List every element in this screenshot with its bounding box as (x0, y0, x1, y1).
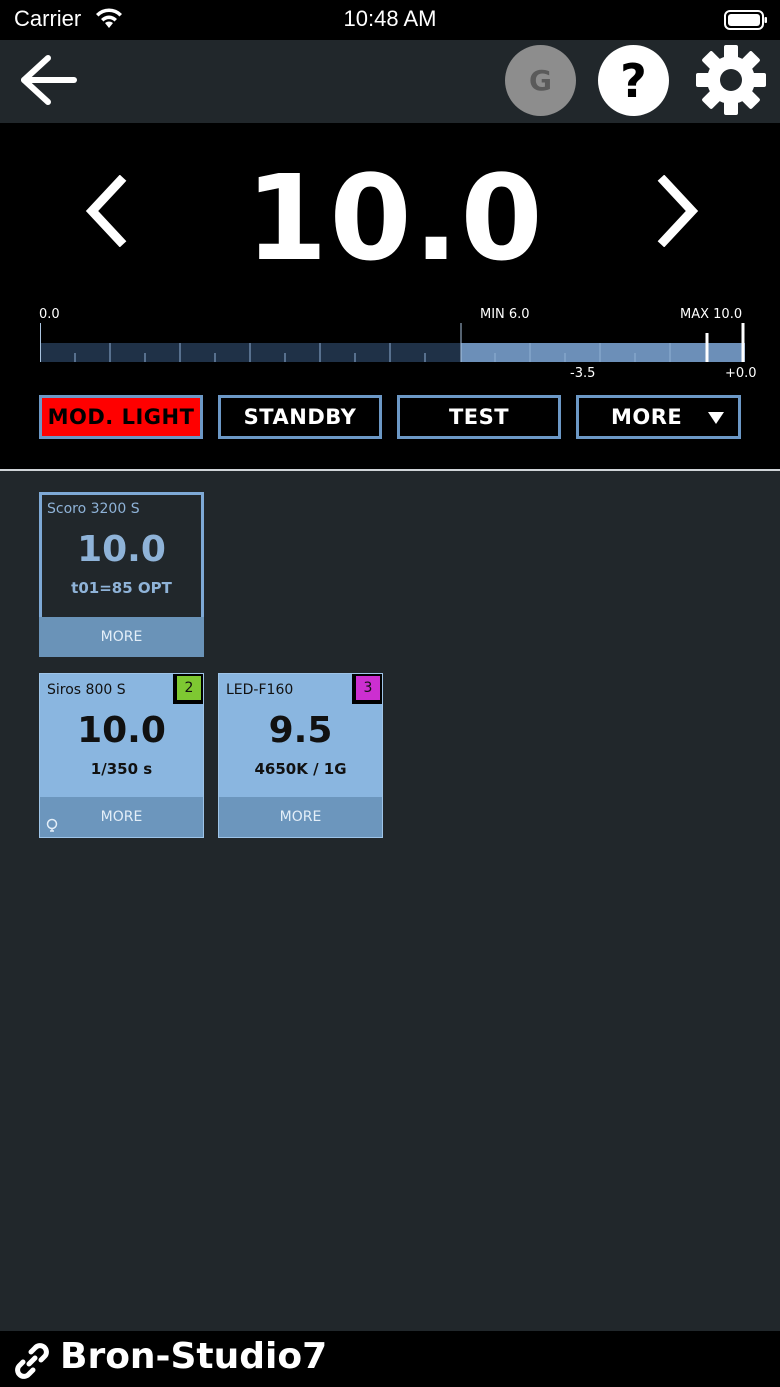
device-value: 10.0 (77, 710, 166, 751)
mod-light-button[interactable]: MOD. LIGHT (39, 395, 203, 439)
device-more-button[interactable]: MORE (219, 797, 382, 837)
battery-icon (724, 10, 767, 30)
device-name: LED-F160 (226, 682, 294, 698)
lightbulb-icon (46, 818, 58, 832)
increase-chevron-icon[interactable] (652, 175, 704, 247)
range-min-label: MIN 6.0 (480, 307, 530, 322)
scale-min-label: 0.0 (39, 307, 60, 322)
power-control-panel: 10.0 0.0 MIN 6.0 MAX 10.0 -3.5 +0.0 MOD.… (0, 123, 780, 469)
device-sub: 1/350 s (90, 760, 153, 778)
gear-icon[interactable] (695, 44, 767, 116)
standby-button[interactable]: STANDBY (218, 395, 382, 439)
more-dropdown-button[interactable]: MORE (576, 395, 741, 439)
back-arrow-icon[interactable] (18, 52, 80, 108)
device-value: 10.0 (77, 529, 166, 570)
group-button[interactable]: G (505, 45, 576, 116)
studio-name: Bron-Studio7 (60, 1336, 328, 1377)
device-card-led[interactable]: LED-F160 3 9.5 4650K / 1G MORE (218, 673, 383, 838)
device-more-button[interactable]: MORE (39, 617, 204, 657)
bottom-bar: Bron-Studio7 (0, 1331, 780, 1387)
group-badge-number: 3 (356, 676, 380, 700)
status-bar: Carrier 10:48 AM (0, 0, 780, 40)
clock: 10:48 AM (343, 6, 437, 31)
top-app-bar: G ? (0, 40, 780, 123)
device-sub: 4650K / 1G (254, 760, 347, 778)
offset-high-label: +0.0 (725, 366, 757, 381)
caret-down-icon (708, 412, 724, 424)
power-value: 10.0 (245, 149, 545, 287)
decrease-chevron-icon[interactable] (80, 175, 132, 247)
device-sub: t01=85 OPT (71, 579, 172, 597)
test-button[interactable]: TEST (397, 395, 561, 439)
device-card-siros[interactable]: Siros 800 S 2 10.0 1/350 s MORE (39, 673, 204, 838)
group-badge-number: 2 (177, 676, 201, 700)
help-button[interactable]: ? (598, 45, 669, 116)
more-label: MORE (611, 405, 683, 429)
offset-low-label: -3.5 (570, 366, 596, 381)
link-icon (15, 1343, 49, 1379)
group-badge: 2 (173, 674, 203, 704)
power-range-slider[interactable] (40, 323, 745, 363)
device-more-button[interactable]: MORE (40, 797, 203, 837)
device-name: Siros 800 S (47, 682, 126, 698)
group-badge: 3 (352, 674, 382, 704)
device-value: 9.5 (268, 710, 333, 751)
range-max-label: MAX 10.0 (680, 307, 743, 322)
device-name: Scoro 3200 S (47, 501, 140, 517)
device-card-scoro[interactable]: Scoro 3200 S 10.0 t01=85 OPT MORE (39, 492, 204, 657)
device-grid: Scoro 3200 S 10.0 t01=85 OPT MORE Siros … (0, 471, 780, 1331)
